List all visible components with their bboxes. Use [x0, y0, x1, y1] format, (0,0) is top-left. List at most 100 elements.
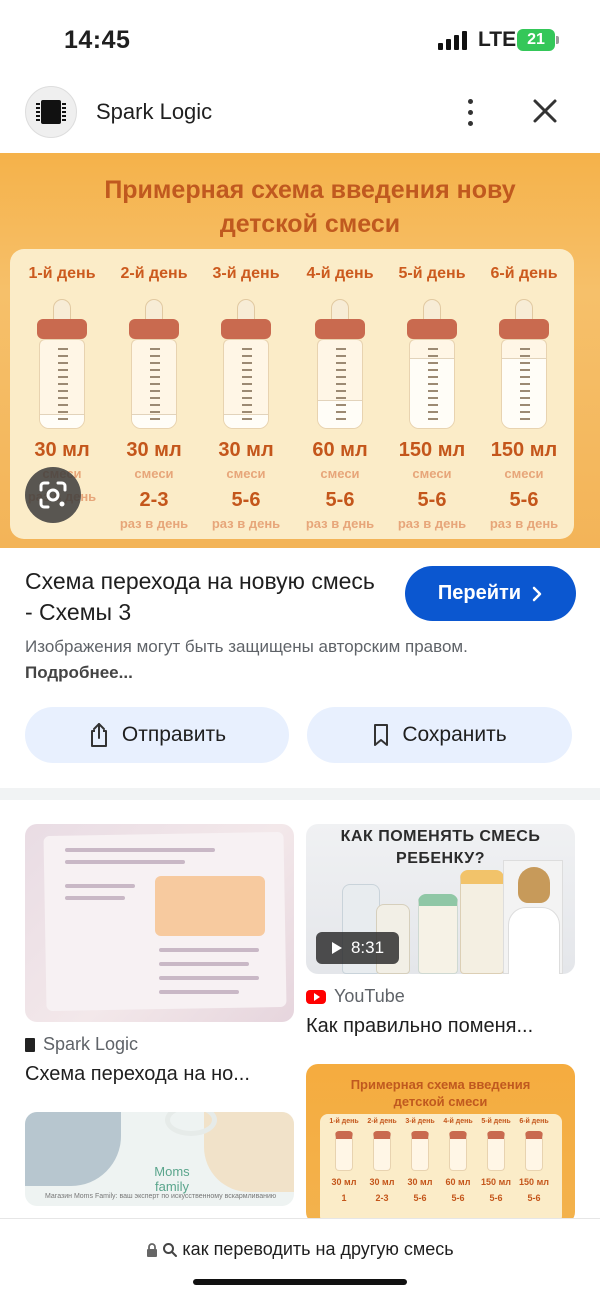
battery-nub [556, 36, 559, 44]
visit-button[interactable]: Перейти [405, 566, 576, 621]
visit-label: Перейти [437, 582, 522, 604]
related-title-2[interactable]: Как правильно поменя... [306, 1015, 533, 1038]
main-image[interactable]: Примерная схема введения нову детской см… [0, 153, 600, 548]
result-title[interactable]: Схема перехода на новую смесь - Схемы 3 [25, 566, 385, 628]
volume-label: 30 мл [218, 439, 274, 461]
notice-text: Изображения могут быть защищены авторски… [25, 637, 468, 656]
day-label: 5-й день [398, 265, 466, 282]
day-column: 2-й день 30 мл смеси 2-3 раз в день [110, 257, 198, 537]
share-icon [90, 723, 107, 747]
bottle-icon [403, 299, 461, 429]
source-name[interactable]: Spark Logic [96, 99, 212, 125]
chevron-right-icon [532, 586, 542, 601]
day-column: 3-й день 30 мл смеси 5-6 раз в день [202, 257, 290, 537]
thumbnail-caption: Магазин Moms Family: ваш эксперт по иску… [45, 1193, 277, 1200]
related-thumbnail-3[interactable]: Moms family Магазин Moms Family: ваш экс… [25, 1112, 294, 1206]
mini-column: 5-й день 150 мл 5-6 [481, 1118, 511, 1203]
signal-icon [438, 30, 467, 50]
chip-icon [36, 100, 66, 124]
more-options-button[interactable] [455, 92, 485, 132]
perday-label: раз в день [305, 516, 375, 531]
related-thumbnail-4[interactable]: Примерная схема введения детской смеси 1… [306, 1064, 575, 1224]
times-label: 5-6 [509, 489, 539, 511]
video-duration: 8:31 [316, 932, 399, 964]
day-label: 4-й день [306, 265, 374, 282]
mini-title: Примерная схема введения детской смеси [306, 1076, 575, 1110]
query-text: как переводить на другую смесь [182, 1239, 454, 1259]
chip-icon [25, 1037, 35, 1052]
mini-column: 6-й день 150 мл 5-6 [519, 1118, 549, 1203]
times-label: 2-3 [139, 489, 169, 511]
times-label: 5-6 [417, 489, 447, 511]
play-icon [331, 942, 342, 954]
mix-label: смеси [320, 466, 360, 481]
section-divider [0, 788, 600, 800]
times-label: 5-6 [231, 489, 261, 511]
mix-label: смеси [504, 466, 544, 481]
lens-search-button[interactable] [25, 467, 81, 523]
close-button[interactable] [528, 94, 562, 128]
day-label: 1-й день [28, 265, 96, 282]
bottle-icon [495, 299, 553, 429]
search-query[interactable]: как переводить на другую смесь [0, 1239, 600, 1260]
day-label: 2-й день [120, 265, 188, 282]
volume-label: 60 мл [312, 439, 368, 461]
home-indicator[interactable] [193, 1279, 407, 1285]
network-type: LTE [478, 28, 517, 51]
day-column: 5-й день 150 мл смеси 5-6 раз в день [388, 257, 476, 537]
day-label: 6-й день [490, 265, 558, 282]
source-logo[interactable] [25, 86, 77, 138]
mini-title-line1: Примерная схема введения [350, 1077, 531, 1092]
image-title-line2: детской смеси [219, 210, 401, 238]
learn-more-link[interactable]: Подробнее... [25, 663, 133, 682]
perday-label: раз в день [119, 516, 189, 531]
day-column: 4-й день 60 мл смеси 5-6 раз в день [296, 257, 384, 537]
bottle-icon [311, 299, 369, 429]
mini-title-line2: детской смеси [393, 1094, 488, 1109]
related-source-2[interactable]: YouTube [306, 986, 405, 1007]
status-time: 14:45 [64, 26, 131, 54]
day-column: 6-й день 150 мл смеси 5-6 раз в день [480, 257, 568, 537]
mini-column: 2-й день 30 мл 2-3 [367, 1118, 397, 1203]
mix-label: смеси [226, 466, 266, 481]
save-button[interactable]: Сохранить [307, 707, 572, 763]
volume-label: 30 мл [126, 439, 182, 461]
duration-label: 8:31 [350, 938, 385, 957]
source-header: Spark Logic [0, 82, 600, 146]
close-icon [533, 99, 557, 123]
youtube-icon [306, 989, 326, 1004]
perday-label: раз в день [489, 516, 559, 531]
battery-icon: 21 [517, 29, 555, 51]
save-label: Сохранить [402, 723, 507, 746]
google-lens-icon [39, 481, 67, 509]
perday-label: раз в день [397, 516, 467, 531]
times-label: 5-6 [325, 489, 355, 511]
image-title-line1: Примерная схема введения нову [104, 176, 516, 204]
bottle-icon [33, 299, 91, 429]
image-title: Примерная схема введения нову детской см… [30, 173, 590, 241]
bottom-search-bar[interactable]: как переводить на другую смесь [0, 1218, 600, 1297]
brand-logo: Moms family [154, 1164, 190, 1194]
related-title-1[interactable]: Схема перехода на но... [25, 1063, 250, 1086]
bookmark-icon [374, 724, 389, 746]
lock-icon [147, 1242, 158, 1257]
battery-level: 21 [527, 31, 545, 48]
day-label: 3-й день [212, 265, 280, 282]
mini-column: 4-й день 60 мл 5-6 [443, 1118, 473, 1203]
bottle-icon [125, 299, 183, 429]
source-label: Spark Logic [43, 1034, 139, 1054]
status-bar: 14:45 LTE 21 [0, 0, 600, 80]
share-label: Отправить [121, 723, 227, 746]
perday-label: раз в день [211, 516, 281, 531]
mix-label: смеси [412, 466, 452, 481]
source-label: YouTube [334, 986, 405, 1006]
related-source-1[interactable]: Spark Logic [25, 1034, 138, 1055]
copyright-notice: Изображения могут быть защищены авторски… [25, 634, 495, 686]
volume-label: 30 мл [34, 439, 90, 461]
mini-column: 3-й день 30 мл 5-6 [405, 1118, 435, 1203]
share-button[interactable]: Отправить [25, 707, 289, 763]
volume-label: 150 мл [398, 439, 466, 461]
search-icon [163, 1242, 178, 1257]
related-thumbnail-1[interactable] [25, 824, 294, 1022]
volume-label: 150 мл [490, 439, 558, 461]
